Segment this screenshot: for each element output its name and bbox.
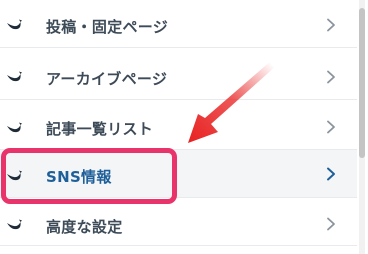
chevron-right-icon[interactable] — [325, 70, 337, 84]
menu-item-label: アーカイブページ — [46, 70, 168, 88]
customizer-panel: 投稿・固定ページ アーカイブページ 記事一覧リスト SNS情報 高度な設定 — [0, 0, 368, 254]
chevron-right-icon[interactable] — [325, 217, 337, 231]
menu-item-post-list[interactable]: 記事一覧リスト — [0, 102, 357, 150]
whale-icon — [7, 71, 22, 82]
chevron-right-icon[interactable] — [325, 18, 337, 32]
vertical-scrollbar[interactable] — [359, 0, 365, 254]
annotation-highlight-box — [1, 148, 177, 204]
menu-item-advanced-settings[interactable]: 高度な設定 — [0, 198, 357, 246]
whale-icon — [7, 122, 22, 133]
menu-item-label: 記事一覧リスト — [46, 120, 154, 138]
menu-item-label: 高度な設定 — [46, 218, 123, 236]
menu-item-label: 投稿・固定ページ — [46, 18, 169, 36]
chevron-right-icon[interactable] — [325, 120, 337, 134]
scrollbar-thumb[interactable] — [359, 8, 365, 158]
settings-menu: 投稿・固定ページ アーカイブページ 記事一覧リスト SNS情報 高度な設定 — [0, 0, 357, 254]
menu-item-archive-page[interactable]: アーカイブページ — [0, 52, 357, 100]
menu-item-post-page[interactable]: 投稿・固定ページ — [0, 0, 357, 48]
whale-icon — [7, 19, 22, 30]
chevron-right-icon[interactable] — [325, 167, 337, 181]
whale-icon — [7, 219, 22, 230]
